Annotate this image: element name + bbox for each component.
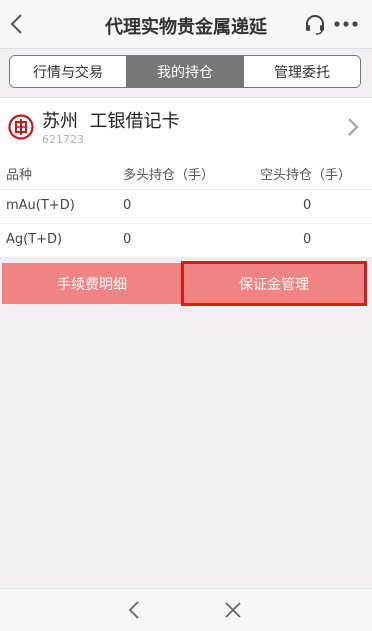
account-selector[interactable]: 苏州 工银借记卡 621723 — [0, 97, 372, 157]
tab-market-trading[interactable]: 行情与交易 — [10, 56, 126, 87]
tab-my-positions[interactable]: 我的持仓 — [126, 56, 243, 87]
close-icon[interactable] — [223, 600, 243, 620]
column-header-long: 多头持仓（手） — [123, 168, 215, 183]
segmented-tabs: 行情与交易 我的持仓 管理委托 — [9, 55, 361, 88]
more-dots-icon[interactable] — [333, 14, 359, 34]
chevron-left-icon[interactable] — [125, 600, 145, 620]
long-position: 0 — [123, 198, 132, 213]
action-buttons: 手续费明细 保证金管理 — [0, 261, 372, 306]
top-nav-bar: 代理实物贵金属递延 — [0, 0, 372, 49]
table-row[interactable]: mAu(T+D) 0 0 — [0, 190, 372, 224]
fee-details-button[interactable]: 手续费明细 — [2, 263, 182, 304]
long-position: 0 — [123, 232, 132, 247]
account-number: 621723 — [42, 133, 84, 146]
headset-icon[interactable] — [303, 12, 327, 36]
column-header-product: 品种 — [6, 168, 33, 183]
product-name: Ag(T+D) — [6, 232, 63, 247]
short-position: 0 — [303, 232, 312, 247]
column-header-short: 空头持仓（手） — [260, 168, 352, 183]
short-position: 0 — [303, 198, 312, 213]
back-chevron-icon[interactable] — [4, 10, 32, 38]
table-row[interactable]: Ag(T+D) 0 0 — [0, 224, 372, 258]
table-header: 品种 多头持仓（手） 空头持仓（手） — [0, 156, 372, 190]
page-title: 代理实物贵金属递延 — [105, 17, 267, 38]
icbc-logo-icon — [8, 114, 34, 140]
bottom-bar — [0, 588, 372, 631]
chevron-right-icon[interactable] — [346, 116, 360, 138]
margin-management-button[interactable]: 保证金管理 — [181, 261, 367, 306]
account-name: 苏州 工银借记卡 — [42, 111, 180, 132]
positions-table: 品种 多头持仓（手） 空头持仓（手） mAu(T+D) 0 0 Ag(T+D) … — [0, 156, 372, 258]
product-name: mAu(T+D) — [6, 198, 75, 213]
tab-manage-orders[interactable]: 管理委托 — [243, 56, 360, 87]
